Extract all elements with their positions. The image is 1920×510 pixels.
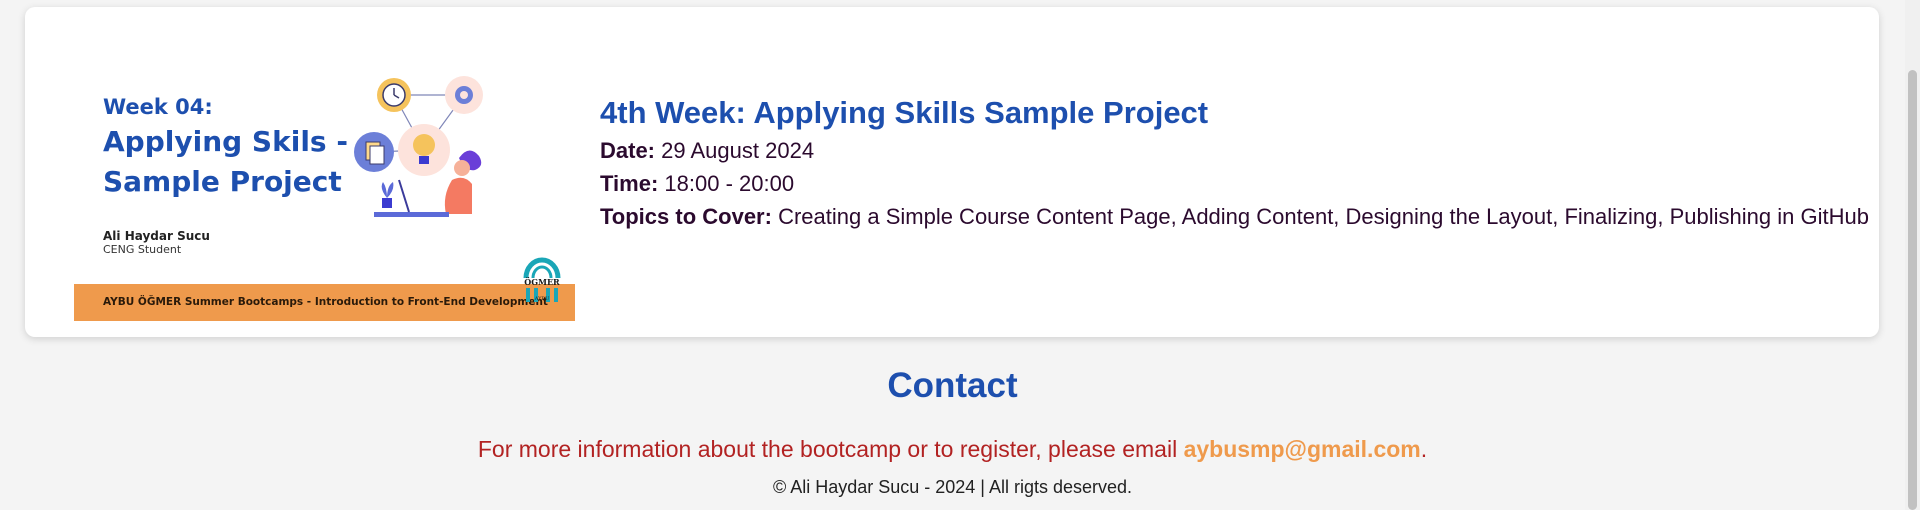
session-info: 4th Week: Applying Skills Sample Project… xyxy=(600,95,1870,230)
footer-copyright: © Ali Haydar Sucu - 2024 | All rigts des… xyxy=(772,477,1133,497)
logo-text: ÖGMER xyxy=(524,277,560,287)
banner-author: Ali Haydar Sucu xyxy=(103,229,210,243)
session-card: Week 04: Applying Skils - Sample Project… xyxy=(25,7,1879,337)
scrollbar-thumb[interactable] xyxy=(1908,70,1917,510)
session-title: 4th Week: Applying Skills Sample Project xyxy=(600,95,1209,130)
banner-role: CENG Student xyxy=(103,243,182,256)
banner-strip: AYBU ÖĞMER Summer Bootcamps - Introducti… xyxy=(74,284,575,321)
session-banner-image: Week 04: Applying Skils - Sample Project… xyxy=(74,70,575,321)
banner-title: Applying Skils - Sample Project xyxy=(103,125,348,198)
logo-sub: AYBU xyxy=(534,296,550,302)
session-topics: Topics to Cover: Creating a Simple Cours… xyxy=(600,204,1870,230)
time-label: Time: xyxy=(600,171,659,196)
topics-label: Topics to Cover: xyxy=(600,204,772,229)
contact-text: For more information about the bootcamp … xyxy=(0,436,1905,463)
session-time: Time: 18:00 - 20:00 xyxy=(600,171,1870,197)
contact-message: For more information about the bootcamp … xyxy=(477,436,1184,462)
page-scrollbar[interactable] xyxy=(1905,0,1920,510)
contact-email-link[interactable]: aybusmp@gmail.com xyxy=(1184,436,1421,462)
topics-value: Creating a Simple Course Content Page, A… xyxy=(778,204,1869,229)
contact-period: . xyxy=(1420,436,1428,462)
time-value: 18:00 - 20:00 xyxy=(664,171,795,196)
skills-illustration-icon xyxy=(354,76,483,217)
date-label: Date: xyxy=(600,138,656,163)
banner-week: Week 04: xyxy=(103,95,213,119)
banner-strip-text: AYBU ÖĞMER Summer Bootcamps - Introducti… xyxy=(103,296,548,308)
ogmer-logo-icon: ÖGMER AYBU xyxy=(523,257,561,302)
date-value: 29 August 2024 xyxy=(661,138,815,163)
session-date: Date: 29 August 2024 xyxy=(600,138,1870,164)
contact-title: Contact xyxy=(887,366,1018,405)
